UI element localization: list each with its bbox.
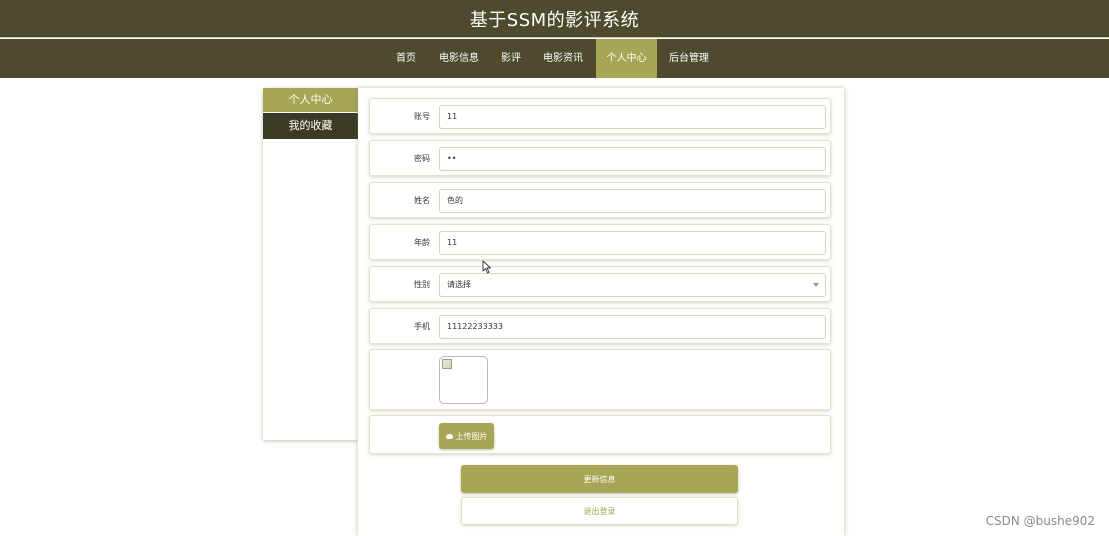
- watermark: CSDN @bushe902: [985, 514, 1095, 528]
- page: 基于SSM的影评系统 首页 电影信息 影评 电影资讯 个人中心 后台管理 个人中…: [0, 0, 1109, 536]
- app-title: 基于SSM的影评系统: [469, 9, 640, 31]
- broken-image-icon: [442, 359, 452, 369]
- form-row-upload: 上传图片: [369, 415, 831, 454]
- form-row-gender: 性别 请选择: [369, 266, 831, 302]
- form-row-password: 密码 ••: [369, 140, 831, 176]
- update-info-button[interactable]: 更新信息: [461, 465, 738, 493]
- gender-select-value: 请选择: [447, 280, 471, 289]
- form-row-avatar-preview: [369, 349, 831, 410]
- phone-label: 手机: [414, 321, 430, 331]
- main-nav: 首页 电影信息 影评 电影资讯 个人中心 后台管理: [0, 39, 1109, 78]
- nav-item-admin[interactable]: 后台管理: [662, 39, 716, 78]
- nav-item-movie-news[interactable]: 电影资讯: [536, 39, 590, 78]
- sidebar-item-personal-center[interactable]: 个人中心: [263, 88, 358, 112]
- title-bar: 基于SSM的影评系统: [0, 0, 1109, 38]
- account-label: 账号: [414, 111, 430, 121]
- sidebar-item-favorites[interactable]: 我的收藏: [263, 113, 358, 139]
- sidebar: 个人中心 我的收藏: [263, 88, 358, 440]
- name-label: 姓名: [414, 195, 430, 205]
- logout-button[interactable]: 退出登录: [461, 497, 738, 525]
- nav-item-movie-info[interactable]: 电影信息: [432, 39, 486, 78]
- chevron-down-icon: [813, 283, 819, 287]
- phone-input[interactable]: 11122233333: [439, 315, 826, 339]
- gender-select[interactable]: 请选择: [439, 273, 826, 297]
- age-label: 年龄: [414, 237, 430, 247]
- upload-image-button[interactable]: 上传图片: [439, 423, 494, 449]
- nav-item-home[interactable]: 首页: [388, 39, 424, 78]
- form-row-account: 账号 11: [369, 98, 831, 134]
- cloud-upload-icon: [445, 433, 453, 439]
- age-input[interactable]: 11: [439, 231, 826, 255]
- account-input[interactable]: 11: [439, 105, 826, 129]
- avatar-preview: [439, 356, 488, 404]
- password-label: 密码: [414, 153, 430, 163]
- form-row-name: 姓名 色的: [369, 182, 831, 218]
- upload-image-label: 上传图片: [455, 431, 488, 441]
- form-row-phone: 手机 11122233333: [369, 308, 831, 344]
- nav-item-personal-center[interactable]: 个人中心: [596, 39, 657, 78]
- nav-item-reviews[interactable]: 影评: [494, 39, 528, 78]
- name-input[interactable]: 色的: [439, 189, 826, 213]
- password-input[interactable]: ••: [439, 147, 826, 171]
- form-row-age: 年龄 11: [369, 224, 831, 260]
- gender-label: 性别: [414, 279, 430, 289]
- mouse-pointer-icon: [482, 260, 491, 274]
- profile-form: 账号 11 密码 •• 姓名 色的 年龄 11 性别 请选择 手机 111222…: [358, 88, 844, 536]
